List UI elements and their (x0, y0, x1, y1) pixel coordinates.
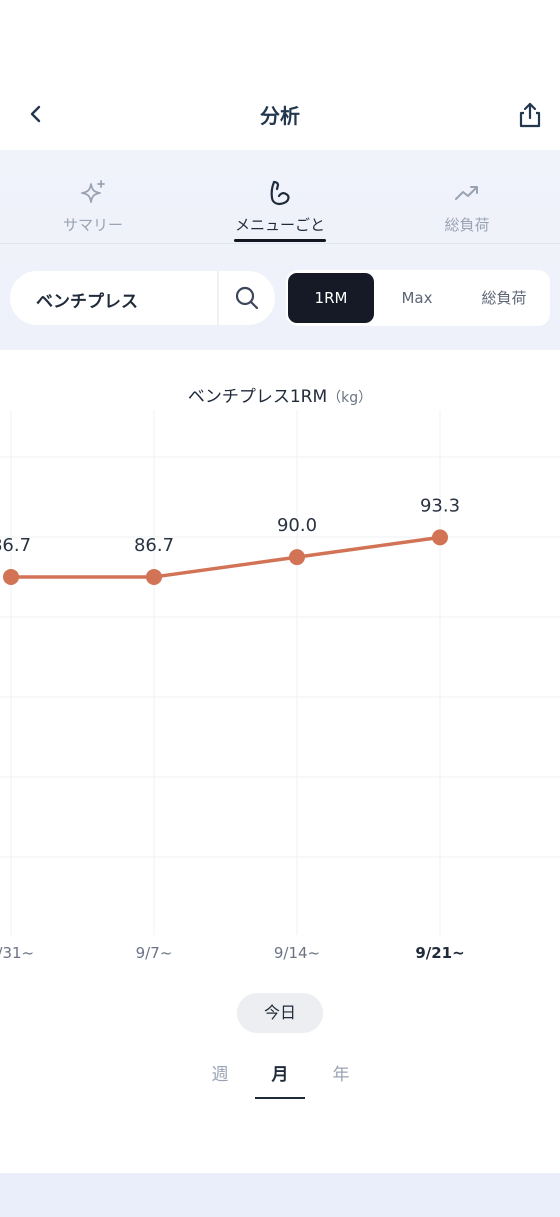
data-point (146, 568, 162, 585)
data-point (432, 529, 448, 546)
today-button[interactable]: 今日 (237, 993, 323, 1033)
data-label: 86.7 (0, 535, 31, 556)
chart-title: ベンチプレス1RM（kg） (0, 382, 560, 407)
share-button[interactable] (516, 100, 544, 130)
x-tick-label: 8/31~ (0, 944, 34, 962)
active-tab-indicator (234, 239, 326, 242)
series-line (9, 535, 442, 579)
page-title: 分析 (260, 104, 300, 128)
data-point (3, 568, 19, 585)
segment-total-load[interactable]: 総負荷 (460, 270, 548, 326)
tab-label: 総負荷 (444, 216, 490, 234)
metric-segmented-control: 1RM Max 総負荷 (286, 270, 550, 326)
app-header: 分析 (0, 80, 560, 150)
data-label: 86.7 (134, 535, 174, 556)
tab-label: メニューごと (234, 216, 325, 234)
flexed-arm-icon (270, 180, 290, 206)
chart-title-text: ベンチプレス1RM (187, 387, 328, 407)
period-week[interactable]: 週 (195, 1060, 245, 1085)
tab-label: サマリー (62, 216, 123, 234)
segment-max[interactable]: Max (374, 270, 460, 326)
x-tick-label: 9/7~ (136, 944, 173, 962)
search-divider (217, 271, 219, 325)
sparkle-icon (81, 180, 105, 203)
one-rm-line-chart: 86.7 86.7 90.0 93.3 8/31~ 9/7~ 9/14~ 9/21~ (0, 410, 560, 962)
x-tick-label: 9/21~ (415, 944, 464, 962)
data-label: 90.0 (277, 515, 317, 536)
trending-up-icon (455, 186, 478, 200)
chart-unit: （kg） (327, 390, 373, 406)
exercise-search-field[interactable]: ベンチプレス (10, 271, 275, 325)
data-label: 93.3 (420, 495, 460, 516)
filter-band: サマリー メニューごと 総負荷 ベンチプレス 1RM Max 総負荷 (0, 150, 560, 350)
period-year[interactable]: 年 (316, 1060, 366, 1085)
tab-by-menu[interactable]: メニューごと (210, 178, 350, 235)
search-icon[interactable] (232, 283, 262, 313)
bottom-panel (0, 1173, 560, 1217)
active-period-indicator (255, 1097, 305, 1099)
segment-1rm[interactable]: 1RM (288, 273, 374, 323)
analysis-tabs: サマリー メニューごと 総負荷 (0, 150, 560, 244)
x-tick-label: 9/14~ (274, 944, 320, 962)
data-point (289, 549, 305, 566)
share-icon (519, 102, 541, 128)
period-month[interactable]: 月 (255, 1060, 305, 1085)
tab-total-load[interactable]: 総負荷 (397, 178, 537, 235)
search-input-value[interactable]: ベンチプレス (36, 287, 138, 312)
tab-summary[interactable]: サマリー (23, 178, 163, 235)
